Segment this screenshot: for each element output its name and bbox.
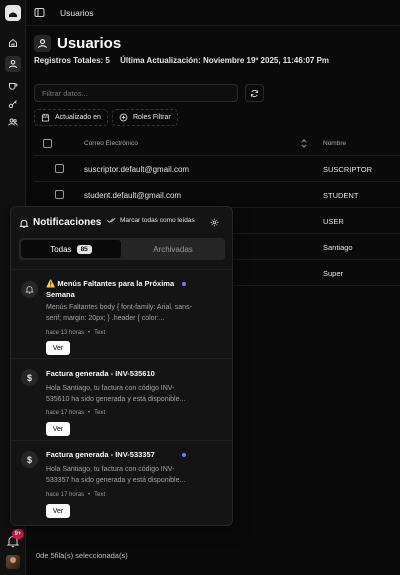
gear-icon[interactable] <box>210 218 219 227</box>
notification-time: hace 17 horas <box>46 492 85 498</box>
row-name: SUSCRIPTOR <box>323 165 373 174</box>
sidebar-toggle-icon[interactable] <box>34 7 45 18</box>
notification-tabs: Todas 85 Archivadas <box>19 238 225 260</box>
breadcrumb: Usuarios <box>60 8 94 18</box>
last-updated: Última Actualización: Noviembre 19º 2025… <box>120 56 330 65</box>
plus-circle-icon <box>119 113 128 122</box>
notification-type: Text <box>94 492 106 498</box>
row-email: student.default@gmail.com <box>84 191 182 200</box>
roles-filter-label: Roles Filtrar <box>133 114 171 121</box>
total-records: Registros Totales: 5 <box>34 56 110 65</box>
avatar[interactable] <box>6 555 20 569</box>
search-input[interactable] <box>34 84 238 102</box>
row-name: Santiago <box>323 243 353 252</box>
notification-time: hace 13 horas <box>46 330 85 336</box>
updated-filter-label: Actualizado en <box>55 114 101 121</box>
select-all-checkbox[interactable] <box>43 139 52 148</box>
row-checkbox[interactable] <box>55 190 64 199</box>
users-icon[interactable] <box>5 114 21 130</box>
bell-icon <box>21 281 38 298</box>
page-title: Usuarios <box>57 35 122 52</box>
top-bar: Usuarios <box>26 0 400 26</box>
name-column-header[interactable]: Nombre <box>323 140 346 147</box>
view-button[interactable]: Ver <box>46 422 70 436</box>
page-stats: Registros Totales: 5 Última Actualizació… <box>34 56 337 65</box>
unread-dot <box>182 282 186 286</box>
table-row[interactable]: student.default@gmail.com STUDENT <box>34 182 400 208</box>
double-check-icon <box>107 217 116 223</box>
table-row[interactable]: suscriptor.default@gmail.com SUSCRIPTOR <box>34 156 400 182</box>
user-icon[interactable] <box>5 56 21 72</box>
unread-dot <box>182 453 186 457</box>
table-header: Correo Electrónico Nombre <box>34 132 400 156</box>
row-name: STUDENT <box>323 191 359 200</box>
selection-status: 0de 5fila(s) seleccionada(s) <box>36 551 128 560</box>
page-user-icon <box>34 35 51 52</box>
updated-filter-button[interactable]: Actualizado en <box>34 109 108 126</box>
view-button[interactable]: Ver <box>46 341 70 355</box>
tab-all-count: 85 <box>76 244 92 254</box>
notification-meta: hace 17 horas • Text <box>46 410 106 416</box>
row-name: Super <box>323 269 344 278</box>
roles-filter-button[interactable]: Roles Filtrar <box>112 109 178 126</box>
mark-all-read-label: Marcar todas como leídas <box>120 217 195 224</box>
view-button[interactable]: Ver <box>46 504 70 518</box>
notifications-title: Notificaciones <box>33 217 102 228</box>
row-name: USER <box>323 217 344 226</box>
mark-all-read-button[interactable]: Marcar todas como leídas <box>107 217 195 224</box>
notification-body: Hola Santiago, tu factura con código INV… <box>46 466 186 484</box>
sort-icon[interactable] <box>300 139 308 148</box>
dollar-icon: $ <box>21 369 38 386</box>
home-icon[interactable] <box>5 35 21 51</box>
notification-meta: hace 17 horas • Text <box>46 492 106 498</box>
notification-item[interactable]: $ Factura generada - INV-535610 Hola San… <box>11 359 232 441</box>
notification-body: Hola Santiago, tu factura con código INV… <box>46 385 186 403</box>
tab-archived[interactable]: Archivadas <box>123 240 223 258</box>
notification-meta: hace 13 horas • Text <box>46 330 106 336</box>
notification-title: Factura generada - INV-535610 <box>46 369 155 378</box>
refresh-icon <box>250 89 259 97</box>
bell-icon <box>19 219 29 229</box>
notification-item[interactable]: ⚠️ Menús Faltantes para la Próxima Seman… <box>11 270 232 358</box>
notification-title: ⚠️ Menús Faltantes para la Próxima Seman… <box>46 279 175 299</box>
dollar-icon: $ <box>21 451 38 468</box>
tab-archived-label: Archivadas <box>153 244 193 254</box>
notification-title: Factura generada - INV-533357 <box>46 450 155 459</box>
tab-all[interactable]: Todas 85 <box>21 240 121 258</box>
notification-badge: 9+ <box>12 529 24 539</box>
key-icon[interactable] <box>5 96 21 112</box>
notification-panel: Notificaciones Marcar todas como leídas … <box>10 206 233 526</box>
row-email: suscriptor.default@gmail.com <box>84 165 190 174</box>
notification-type: Text <box>94 410 106 416</box>
notification-body: Menús Faltantes body { font-family: Aria… <box>46 304 192 322</box>
email-column-header[interactable]: Correo Electrónico <box>84 140 138 147</box>
coffee-icon[interactable] <box>5 77 21 93</box>
row-checkbox[interactable] <box>55 164 64 173</box>
calendar-icon <box>41 113 50 122</box>
notification-time: hace 17 horas <box>46 410 85 416</box>
refresh-button[interactable] <box>245 84 264 102</box>
app-logo-icon[interactable] <box>5 5 21 21</box>
tab-all-label: Todas <box>50 244 72 254</box>
notification-type: Text <box>94 330 106 336</box>
notification-item[interactable]: $ Factura generada - INV-533357 Hola San… <box>11 441 232 525</box>
